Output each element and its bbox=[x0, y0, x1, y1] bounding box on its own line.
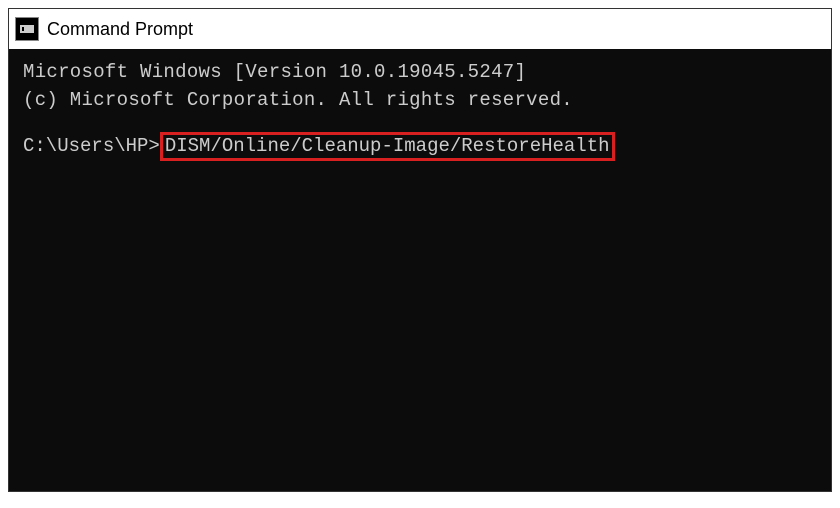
terminal-output[interactable]: Microsoft Windows [Version 10.0.19045.52… bbox=[9, 49, 831, 491]
command-prompt-window: Command Prompt Microsoft Windows [Versio… bbox=[8, 8, 832, 492]
command-prompt-icon bbox=[15, 17, 39, 41]
copyright-line: (c) Microsoft Corporation. All rights re… bbox=[23, 87, 817, 115]
version-line: Microsoft Windows [Version 10.0.19045.52… bbox=[23, 59, 817, 87]
window-title: Command Prompt bbox=[47, 19, 193, 40]
highlighted-command: DISM/Online/Cleanup-Image/RestoreHealth bbox=[160, 132, 615, 161]
prompt-path: C:\Users\HP> bbox=[23, 133, 160, 161]
prompt-line: C:\Users\HP>DISM/Online/Cleanup-Image/Re… bbox=[23, 132, 817, 161]
title-bar[interactable]: Command Prompt bbox=[9, 9, 831, 49]
